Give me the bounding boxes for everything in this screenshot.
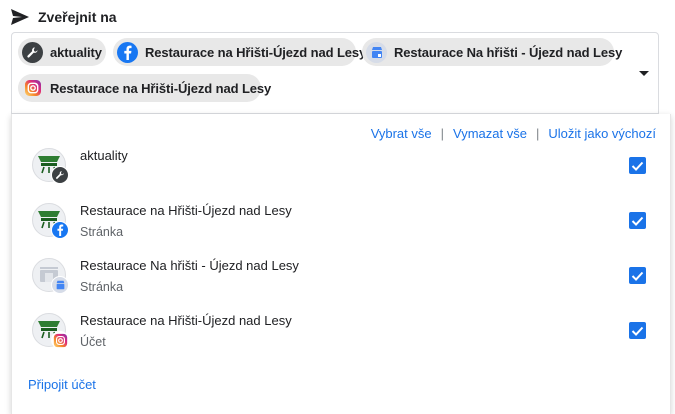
chip-aktuality[interactable]: aktuality	[18, 38, 106, 66]
chip-label: aktuality	[50, 44, 102, 60]
google-business-icon	[51, 276, 69, 294]
google-business-icon	[366, 41, 387, 63]
chip-facebook-page[interactable]: Restaurace na Hřišti-Újezd nad Lesy	[113, 38, 366, 66]
list-item-aktuality[interactable]: aktuality	[12, 148, 672, 196]
chip-label: Restaurace na Hřišti-Újezd nad Lesy	[50, 80, 272, 96]
account-name: Restaurace na Hřišti-Újezd nad Lesy	[80, 313, 292, 328]
facebook-icon	[51, 221, 69, 239]
selected-destinations-field[interactable]: aktuality Restaurace na Hřišti-Újezd nad…	[11, 32, 659, 114]
chip-instagram-account[interactable]: Restaurace na Hřišti-Újezd nad Lesy	[18, 74, 271, 102]
chevron-down-icon[interactable]	[639, 71, 649, 76]
destinations-dropdown: Vybrat vše | Vymazat vše | Uložit jako v…	[11, 114, 671, 414]
avatar	[32, 148, 69, 184]
instagram-icon	[51, 331, 69, 349]
avatar	[32, 258, 69, 294]
avatar	[32, 313, 69, 349]
account-type: Účet	[80, 335, 106, 349]
send-icon	[10, 7, 32, 27]
chip-label: Restaurace Na hřišti - Újezd nad Lesy	[394, 44, 623, 60]
select-all-link[interactable]: Vybrat vše	[371, 126, 432, 141]
clear-all-link[interactable]: Vymazat vše	[453, 126, 527, 141]
list-item-google-business[interactable]: Restaurace Na hřišti - Újezd nad Lesy St…	[12, 258, 672, 306]
account-type: Stránka	[80, 280, 124, 294]
checkbox-checked[interactable]	[629, 157, 646, 174]
list-item-instagram-account[interactable]: Restaurace na Hřišti-Újezd nad Lesy Účet	[12, 313, 672, 361]
account-name: aktuality	[80, 148, 128, 163]
wrench-icon	[51, 166, 69, 184]
wrench-icon	[22, 41, 43, 63]
account-name: Restaurace Na hřišti - Újezd nad Lesy	[80, 258, 299, 273]
account-type: Stránka	[80, 225, 124, 239]
chip-google-business[interactable]: Restaurace Na hřišti - Újezd nad Lesy	[362, 38, 622, 66]
facebook-icon	[117, 41, 138, 63]
checkbox-checked[interactable]	[629, 267, 646, 284]
checkbox-checked[interactable]	[629, 212, 646, 229]
publish-to-title: Zveřejnit na	[38, 9, 117, 25]
separator: |	[440, 126, 445, 141]
instagram-icon	[22, 78, 43, 99]
separator: |	[535, 126, 540, 141]
avatar	[32, 203, 69, 239]
publish-to-header: Zveřejnit na	[10, 7, 117, 27]
bulk-actions: Vybrat vše | Vymazat vše | Uložit jako v…	[371, 126, 656, 141]
chip-label: Restaurace na Hřišti-Újezd nad Lesy	[145, 44, 367, 60]
account-name: Restaurace na Hřišti-Újezd nad Lesy	[80, 203, 292, 218]
save-as-default-link[interactable]: Uložit jako výchozí	[548, 126, 656, 141]
list-item-facebook-page[interactable]: Restaurace na Hřišti-Újezd nad Lesy Strá…	[12, 203, 672, 251]
connect-account-link[interactable]: Připojit účet	[28, 377, 96, 392]
checkbox-checked[interactable]	[629, 322, 646, 339]
